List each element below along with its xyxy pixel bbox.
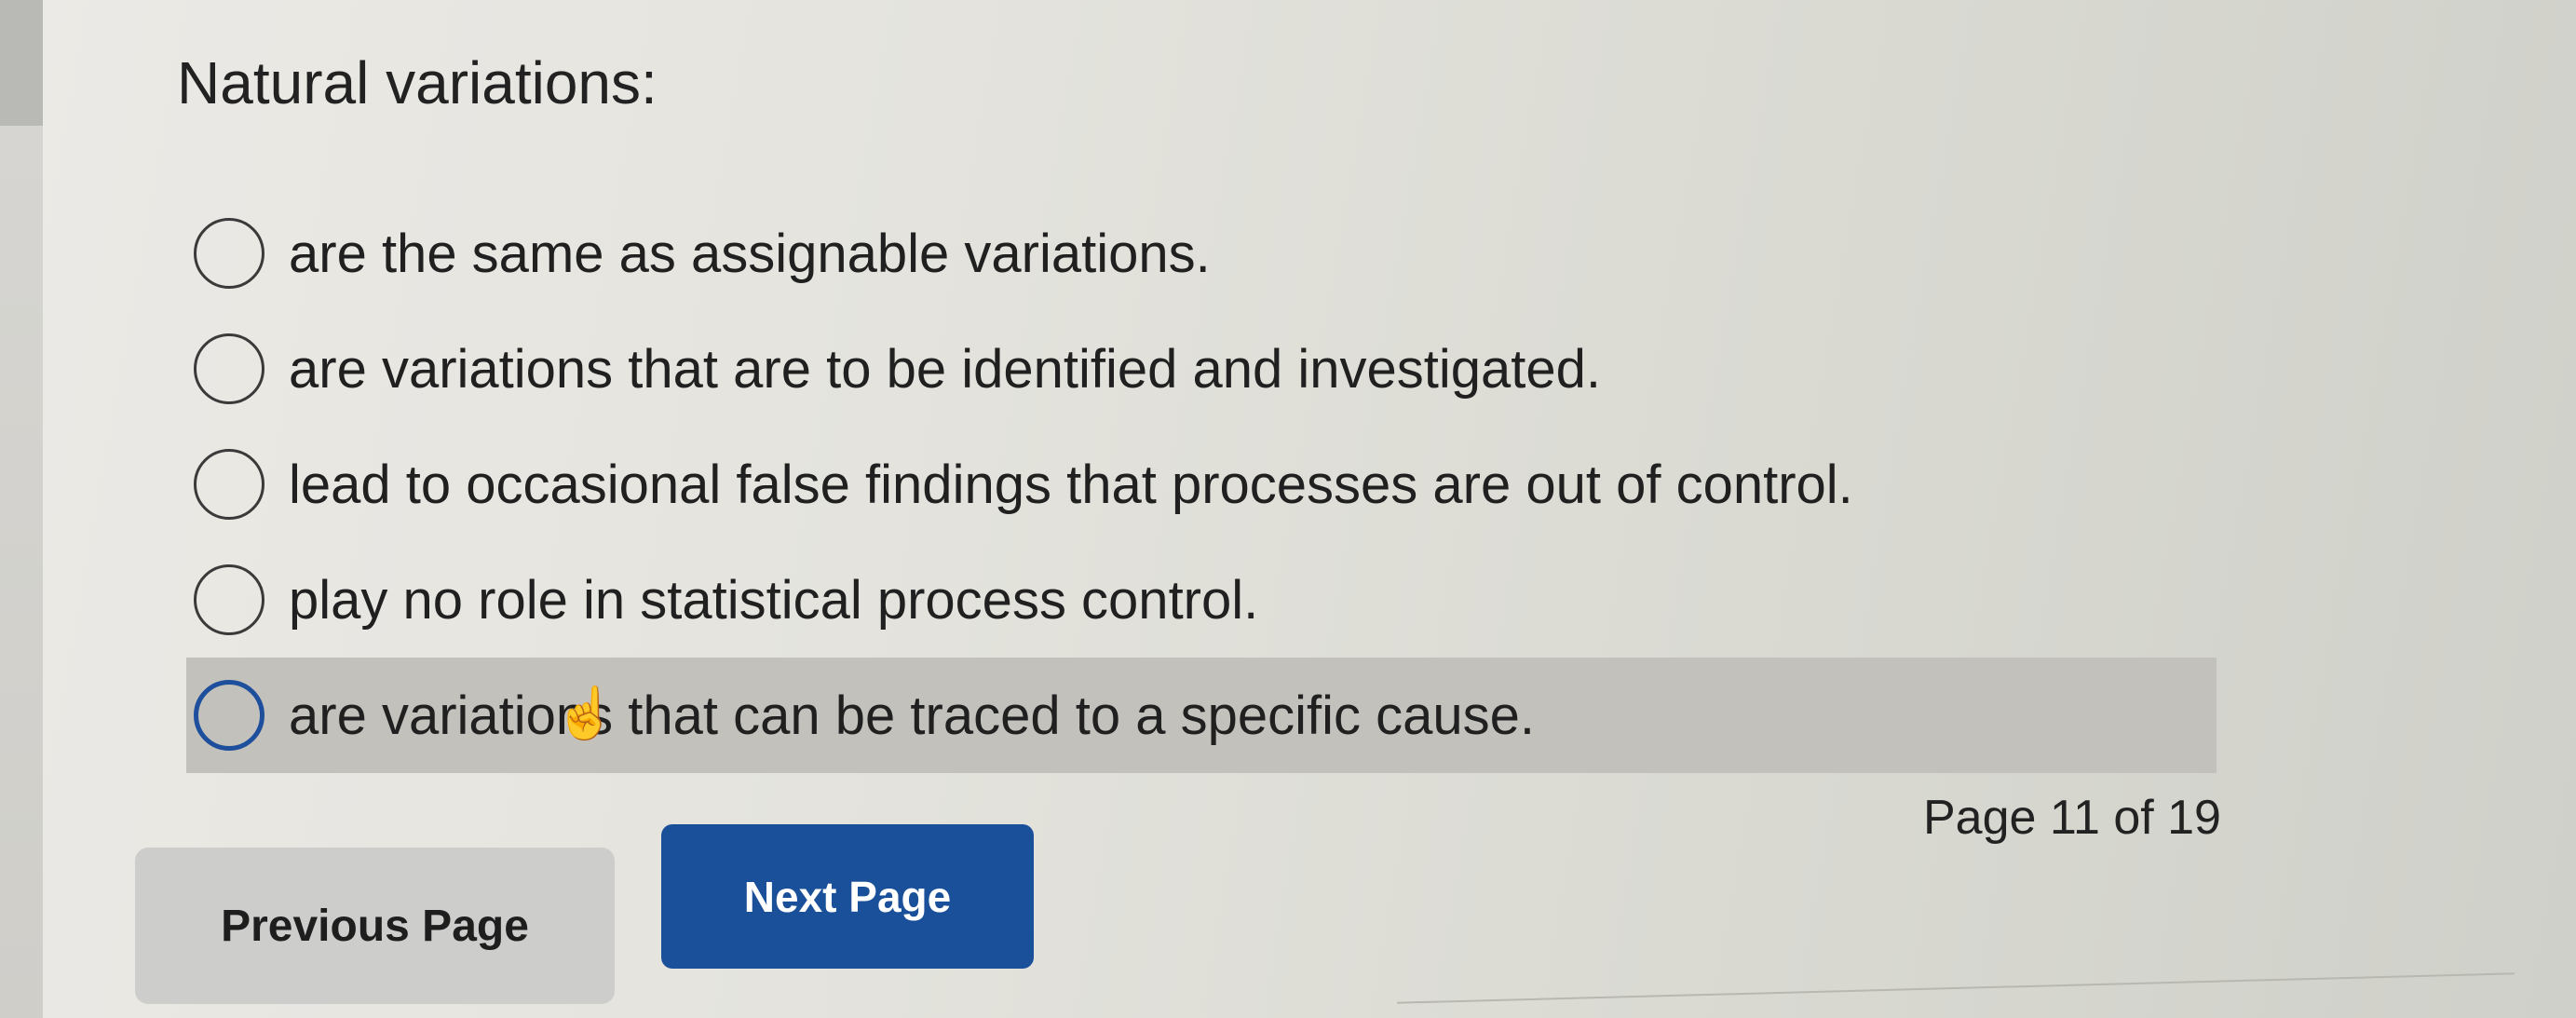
option-label: are the same as assignable variations. — [289, 223, 1211, 284]
divider — [1397, 972, 2515, 1004]
answer-option-4[interactable]: play no role in statistical process cont… — [186, 542, 2217, 658]
page-indicator: Page 11 of 19 — [1923, 791, 2221, 845]
option-label: lead to occasional false findings that p… — [289, 454, 1853, 515]
left-edge-panel — [0, 0, 43, 126]
answer-option-2[interactable]: are variations that are to be identified… — [186, 311, 2217, 427]
radio-button[interactable] — [194, 218, 264, 289]
left-edge-panel-lower — [0, 126, 43, 1018]
answer-option-5[interactable]: are variations that can be traced to a s… — [186, 658, 2217, 773]
answer-option-3[interactable]: lead to occasional false findings that p… — [186, 427, 2217, 542]
previous-page-button[interactable]: Previous Page — [135, 848, 615, 1004]
question-title: Natural variations: — [177, 49, 658, 116]
hand-pointer-icon: ☝ — [554, 685, 617, 741]
answer-option-1[interactable]: are the same as assignable variations. — [186, 196, 2217, 311]
option-label: play no role in statistical process cont… — [289, 569, 1259, 631]
option-label: are variations that can be traced to a s… — [289, 685, 1535, 746]
next-page-button[interactable]: Next Page — [661, 824, 1034, 969]
option-label: are variations that are to be identified… — [289, 338, 1602, 400]
radio-button[interactable] — [194, 449, 264, 520]
radio-button[interactable] — [194, 680, 264, 751]
radio-button[interactable] — [194, 333, 264, 404]
answer-options: are the same as assignable variations. a… — [186, 196, 2217, 773]
radio-button[interactable] — [194, 564, 264, 635]
